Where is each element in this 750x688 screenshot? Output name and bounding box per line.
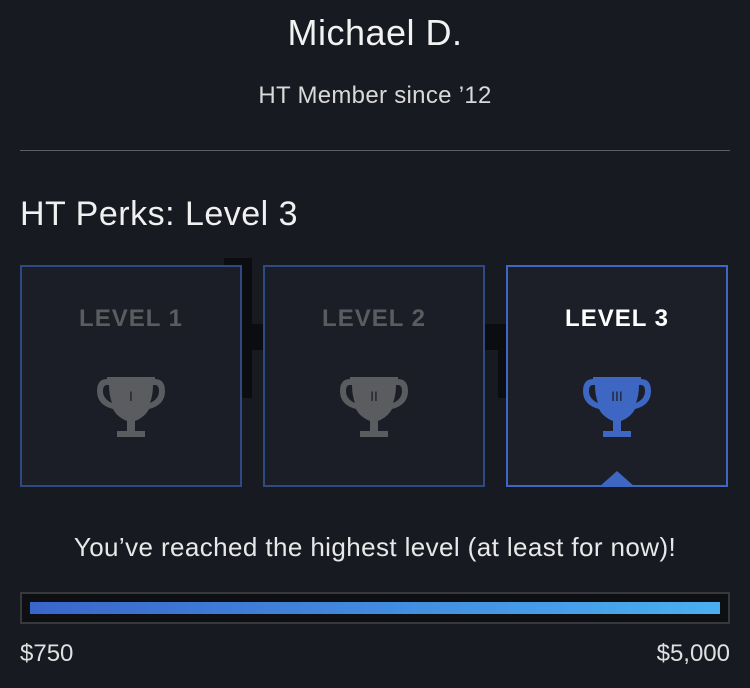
trophy-icon: II	[340, 377, 408, 437]
trophy-icon: III	[583, 377, 651, 437]
progress-min-label: $750	[20, 640, 74, 667]
level-card-3[interactable]: LEVEL 3 III	[506, 265, 728, 487]
level-card-1[interactable]: LEVEL 1 I	[20, 265, 242, 487]
trophy-icon: I	[97, 377, 165, 437]
profile-name: Michael D.	[287, 12, 463, 53]
profile-perks-screen: Michael D. HT Member since ’12 HT Perks:…	[0, 0, 750, 688]
trophy-numeral: III	[611, 388, 623, 404]
progress-fill	[30, 602, 720, 614]
divider	[20, 150, 730, 151]
trophy-numeral: I	[129, 388, 133, 404]
member-since: HT Member since ’12	[258, 82, 492, 109]
perks-title: HT Perks: Level 3	[20, 195, 299, 233]
status-message: You’ve reached the highest level (at lea…	[73, 532, 677, 562]
level-label: LEVEL 1	[79, 305, 183, 332]
trophy-numeral: II	[370, 388, 378, 404]
selected-pointer-icon	[599, 471, 635, 487]
level-card-2[interactable]: LEVEL 2 II	[263, 265, 485, 487]
progress-bar	[20, 592, 730, 624]
level-label: LEVEL 2	[322, 305, 426, 332]
progress-max-label: $5,000	[656, 640, 730, 667]
level-label: LEVEL 3	[565, 305, 669, 332]
